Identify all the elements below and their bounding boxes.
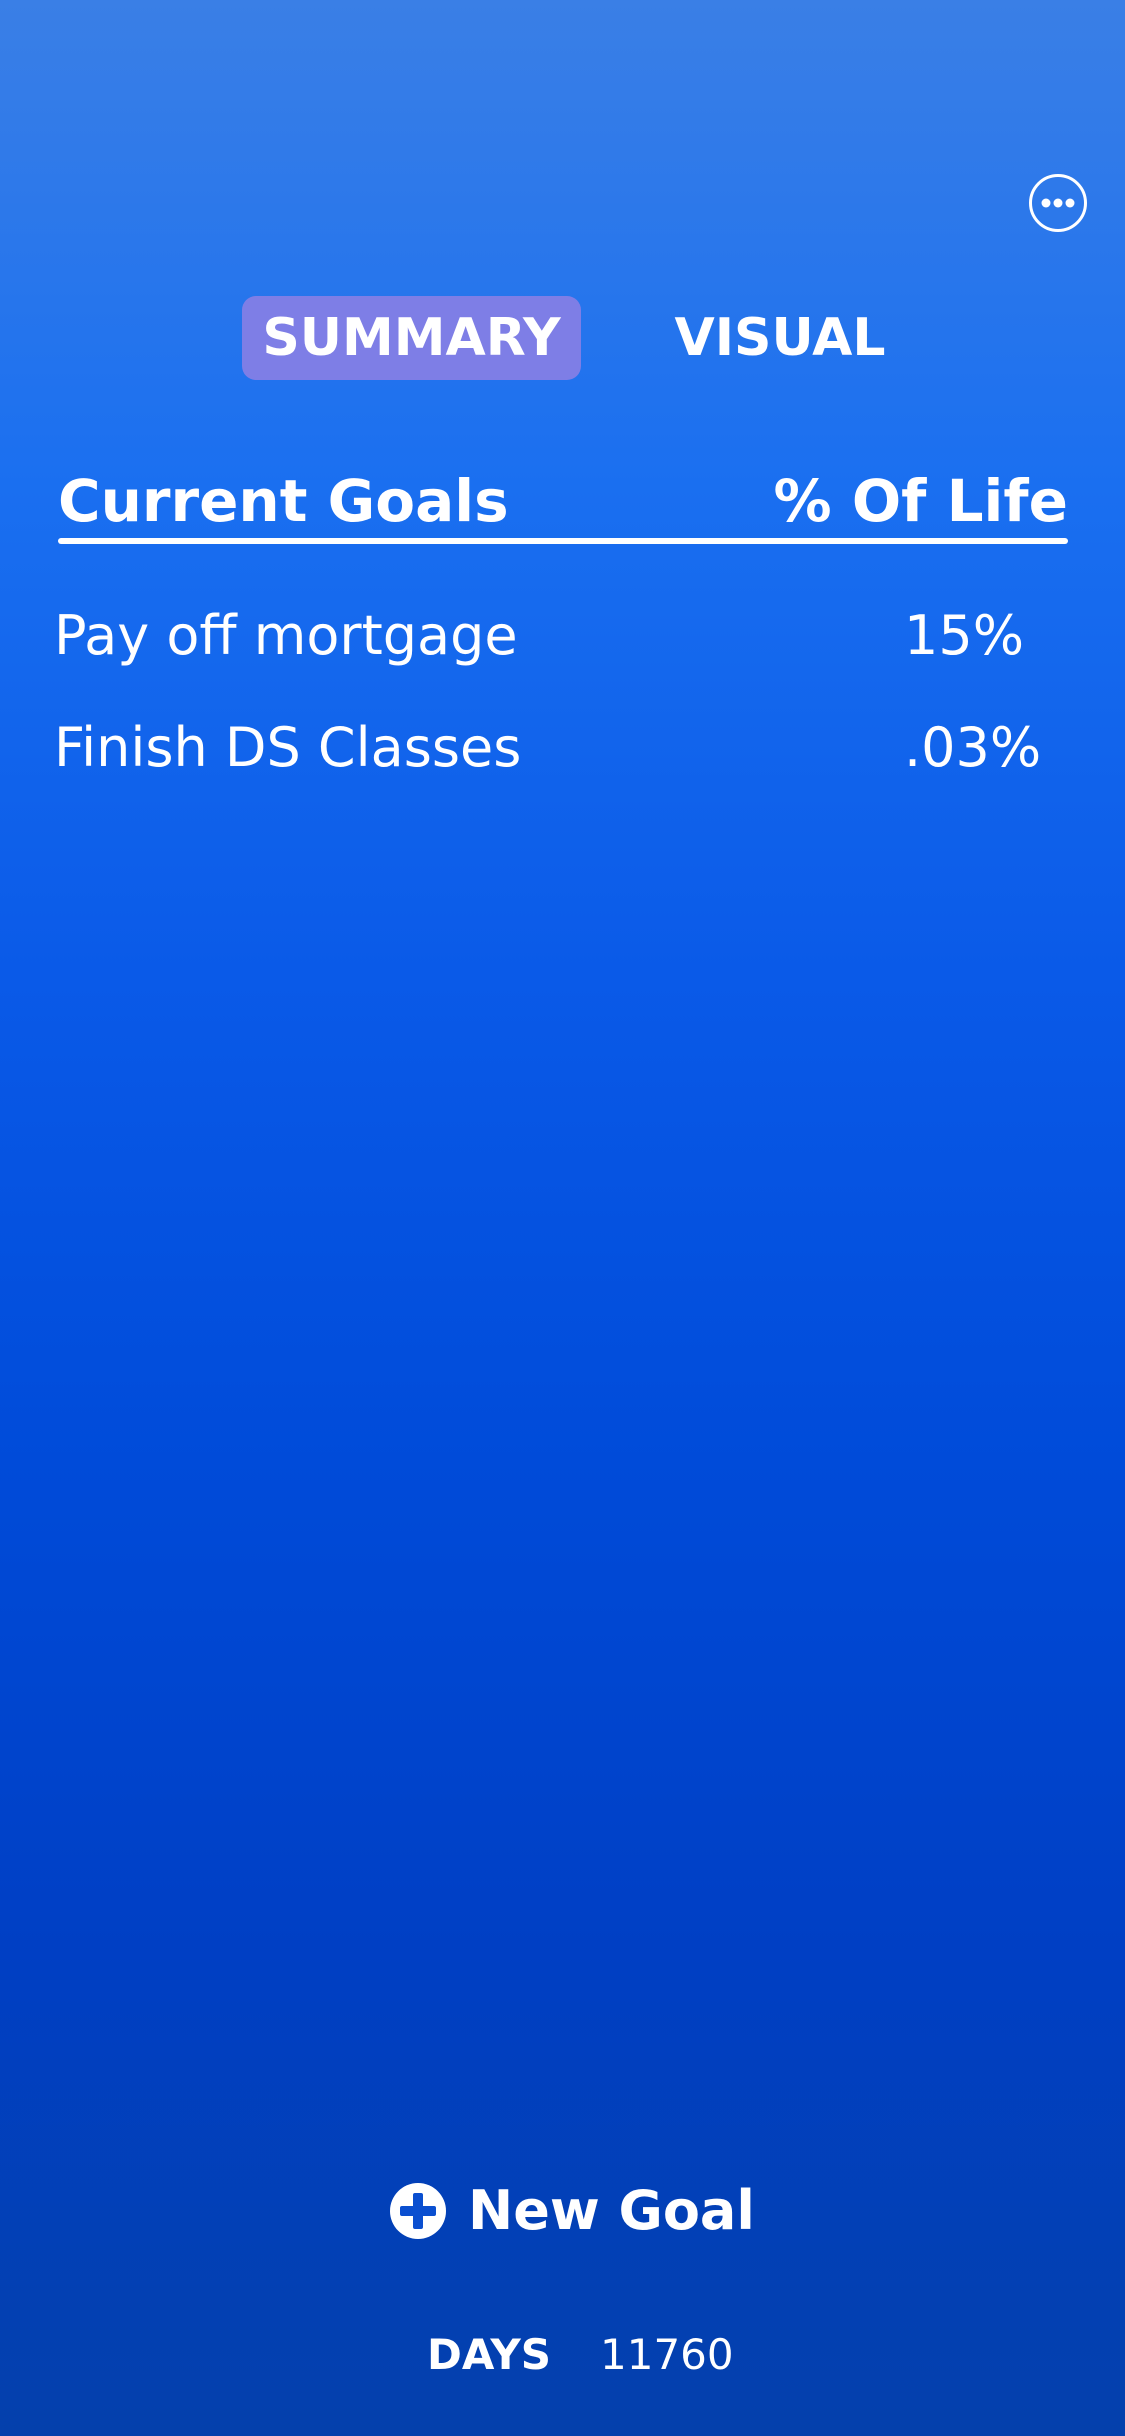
tab-summary[interactable]: SUMMARY [242, 296, 581, 380]
more-options-button[interactable] [1029, 174, 1087, 232]
new-goal-button[interactable]: New Goal [390, 2178, 755, 2244]
tab-visual[interactable]: VISUAL [660, 296, 900, 380]
current-goals-heading: Current Goals [58, 467, 509, 535]
days-label: DAYS [427, 2330, 552, 2379]
more-horizontal-icon [1041, 198, 1075, 208]
goal-percent: .03% [904, 716, 1042, 779]
tab-summary-label: SUMMARY [262, 308, 561, 368]
days-counter: DAYS 11760 [0, 2330, 1125, 2380]
goal-row[interactable]: Finish DS Classes .03% [54, 712, 1074, 784]
header-divider [58, 538, 1068, 544]
percent-of-life-heading: % Of Life [773, 467, 1068, 535]
goal-name: Pay off mortgage [54, 604, 518, 667]
view-tabs: SUMMARY VISUAL [0, 296, 1125, 380]
tab-visual-label: VISUAL [674, 308, 886, 368]
goal-name: Finish DS Classes [54, 716, 522, 779]
goal-row[interactable]: Pay off mortgage 15% [54, 600, 1074, 672]
new-goal-label: New Goal [468, 2179, 755, 2242]
days-value: 11760 [600, 2330, 734, 2379]
goals-table-header: Current Goals % Of Life [58, 460, 1068, 542]
goal-percent: 15% [904, 604, 1025, 667]
plus-circle-icon [390, 2183, 446, 2239]
